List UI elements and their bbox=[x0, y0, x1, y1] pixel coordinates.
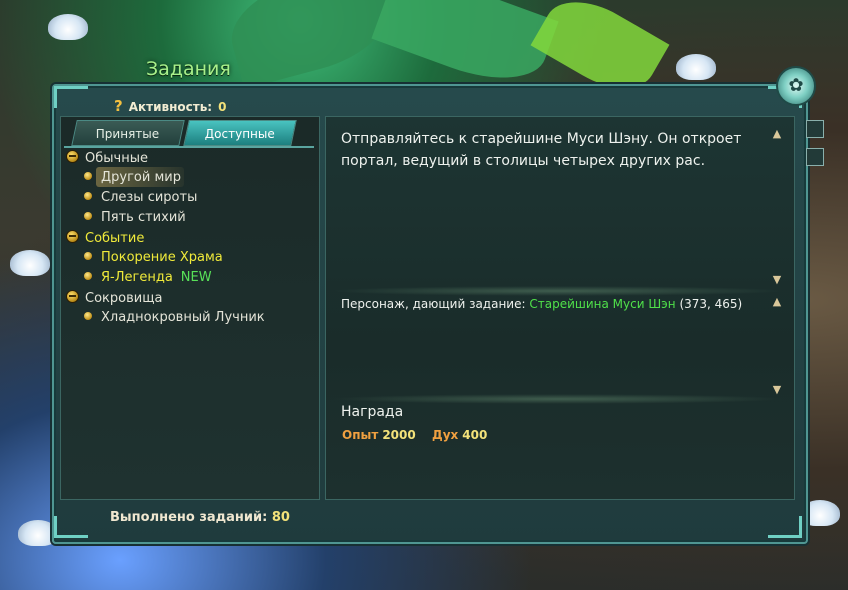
category-event[interactable]: Событие bbox=[66, 230, 144, 246]
new-badge: NEW bbox=[180, 270, 212, 285]
category-regular[interactable]: Обычные bbox=[66, 150, 148, 166]
divider bbox=[330, 394, 785, 404]
scroll-up-icon[interactable]: ▲ bbox=[770, 296, 784, 308]
bullet-icon bbox=[84, 172, 92, 180]
bullet-icon bbox=[84, 212, 92, 220]
scroll-up-icon[interactable]: ▲ bbox=[770, 128, 784, 140]
bullet-icon bbox=[84, 252, 92, 260]
quest-item[interactable]: Другой мир bbox=[84, 170, 181, 185]
divider bbox=[330, 286, 785, 296]
activity-label: Активность: bbox=[128, 100, 213, 114]
quest-item[interactable]: Пять стихий bbox=[84, 210, 186, 225]
quest-item[interactable]: Покорение Храма bbox=[84, 250, 223, 265]
completed-count: Выполнено заданий: 80 bbox=[110, 510, 290, 525]
quest-giver: Персонаж, дающий задание: Старейшина Мус… bbox=[341, 297, 743, 311]
activity-row: ? Активность: 0 bbox=[114, 97, 226, 115]
scroll-down-icon[interactable]: ▼ bbox=[770, 274, 784, 286]
quest-item[interactable]: Хладнокровный Лучник bbox=[84, 310, 265, 325]
tab-underline bbox=[64, 146, 314, 148]
side-button[interactable] bbox=[806, 120, 824, 138]
collapse-icon[interactable] bbox=[66, 150, 79, 163]
window-title: Задания bbox=[146, 58, 231, 80]
corner-ornament bbox=[54, 86, 88, 108]
reward-title: Награда bbox=[341, 404, 404, 420]
npc-link[interactable]: Старейшина Муси Шэн bbox=[529, 297, 675, 311]
side-button[interactable] bbox=[806, 148, 824, 166]
tab-available[interactable]: Доступные bbox=[183, 120, 297, 146]
corner-ornament bbox=[54, 516, 88, 538]
collapse-icon[interactable] bbox=[66, 230, 79, 243]
reward-spirit: Дух 400 bbox=[432, 428, 488, 442]
quest-item[interactable]: Слезы сироты bbox=[84, 190, 197, 205]
bullet-icon bbox=[84, 312, 92, 320]
category-treasures[interactable]: Сокровища bbox=[66, 290, 162, 306]
corner-ornament bbox=[768, 516, 802, 538]
collapse-icon[interactable] bbox=[66, 290, 79, 303]
bullet-icon bbox=[84, 272, 92, 280]
activity-value: 0 bbox=[218, 100, 227, 114]
quest-description: Отправляйтесь к старейшине Муси Шэну. Он… bbox=[341, 131, 742, 169]
tab-accepted[interactable]: Принятые bbox=[71, 120, 185, 146]
quest-item[interactable]: Я-Легенда NEW bbox=[84, 270, 212, 285]
reward-exp: Опыт 2000 bbox=[342, 428, 416, 442]
help-icon[interactable]: ? bbox=[114, 97, 123, 115]
flower-icon: ✿ bbox=[788, 75, 804, 96]
bullet-icon bbox=[84, 192, 92, 200]
close-button[interactable]: ✿ bbox=[776, 66, 816, 106]
